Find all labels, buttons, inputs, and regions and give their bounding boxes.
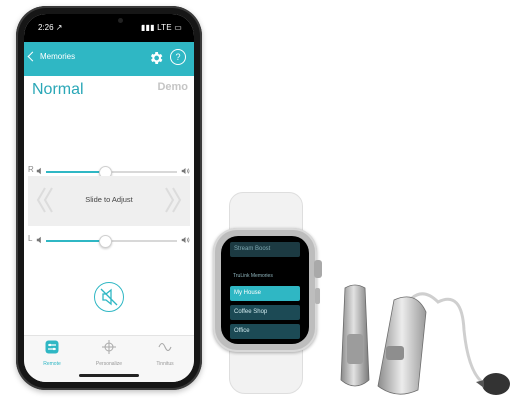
demo-label: Demo (157, 81, 188, 93)
watch-item-my-house[interactable]: My House (230, 286, 300, 301)
back-button-label: Memories (40, 52, 76, 61)
watch-item-coffee-shop[interactable]: Coffee Shop (230, 305, 300, 320)
watch-list-header: TruLink Memories (233, 273, 273, 279)
speaker-high-icon (181, 237, 190, 243)
left-slider-track (46, 235, 177, 248)
tab-remote[interactable]: Remote (24, 340, 80, 367)
right-slider-fill (46, 171, 105, 173)
mute-speaker-icon (100, 288, 118, 306)
tab-bar: Remote Personalize Tinnitus (24, 335, 194, 382)
gear-icon[interactable] (148, 50, 164, 66)
tab-tinnitus[interactable]: Tinnitus (137, 340, 193, 367)
phone-notch (74, 14, 144, 29)
speaker-high-icon (181, 168, 190, 174)
right-channel-label: R (28, 165, 34, 174)
phone-screen: 2:26 ↗ ▮▮▮ LTE ▭ Memories ? Normal Demo … (24, 14, 194, 382)
tab-personalize-label: Personalize (95, 361, 123, 367)
chevron-left-icon (27, 51, 38, 62)
tab-personalize[interactable]: Personalize (81, 340, 137, 367)
left-volume-slider[interactable]: L (28, 234, 190, 248)
watch-item-stream-boost[interactable]: Stream Boost (230, 242, 300, 257)
chevron-right-double-icon (165, 187, 182, 213)
help-icon[interactable]: ? (170, 49, 186, 65)
home-indicator (79, 374, 139, 377)
watch-item-office[interactable]: Office (230, 324, 300, 339)
status-time: 2:26 ↗ (38, 23, 63, 32)
back-button[interactable]: Memories (27, 51, 76, 62)
slide-to-adjust-pad[interactable]: Slide to Adjust (28, 176, 190, 226)
hearing-aid-ric (377, 292, 510, 395)
mute-button[interactable] (94, 282, 124, 312)
left-slider-thumb[interactable] (98, 235, 112, 248)
left-channel-label: L (28, 234, 33, 243)
tab-remote-label: Remote (43, 361, 61, 367)
memory-title: Normal (32, 81, 84, 98)
watch-screen: Stream Boost TruLink Memories My House C… (221, 236, 309, 344)
right-slider-track (46, 166, 177, 179)
tab-tinnitus-label: Tinnitus (156, 361, 174, 367)
watch-digital-crown (314, 260, 322, 278)
left-slider-fill (46, 240, 105, 242)
speaker-low-icon (36, 167, 41, 175)
apple-watch: Stream Boost TruLink Memories My House C… (213, 228, 317, 352)
speaker-low-icon (36, 236, 41, 244)
crosshair-icon (102, 340, 116, 354)
remote-icon (45, 340, 59, 354)
watch-side-button (315, 288, 320, 304)
nav-bar: Memories ? (24, 42, 194, 76)
wave-icon (158, 342, 172, 352)
status-signal: ▮▮▮ LTE ▭ (140, 23, 182, 32)
hearing-aid-bte (340, 284, 370, 387)
iphone-device: 2:26 ↗ ▮▮▮ LTE ▭ Memories ? Normal Demo … (16, 6, 202, 390)
